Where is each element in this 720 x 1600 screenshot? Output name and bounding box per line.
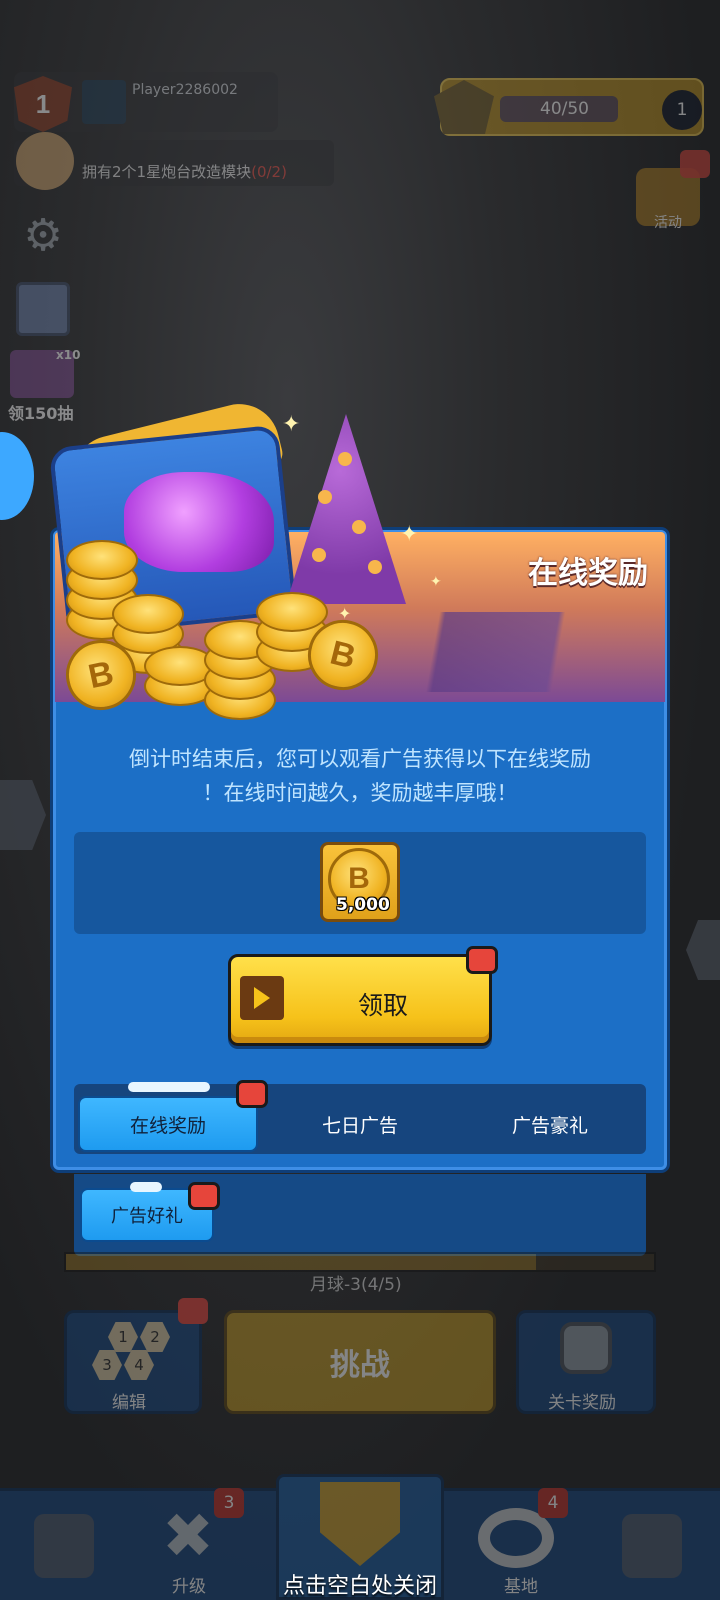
hat-dot-icon <box>318 490 332 504</box>
claim-button-label: 领取 <box>358 991 409 1020</box>
edit-label: 编辑 <box>112 1393 146 1413</box>
hat-dot-icon <box>338 452 352 466</box>
tab-online-reward[interactable]: 在线奖励 <box>78 1096 258 1152</box>
stage-progress-fill <box>66 1254 537 1270</box>
xp-level: 1 <box>662 90 702 130</box>
sparkle-icon: ✦ <box>400 522 419 547</box>
task-clipboard-icon[interactable] <box>16 282 70 336</box>
sub-tab-notch <box>130 1182 162 1192</box>
video-ad-play-icon <box>240 976 284 1020</box>
tab-notification-dot <box>236 1080 268 1108</box>
stage-progress-text: (4/5) <box>360 1275 402 1295</box>
stage-progress-bar <box>64 1252 656 1272</box>
tab-seven-day-ads[interactable]: 七日广告 <box>270 1096 450 1152</box>
edit-notification-dot <box>178 1298 208 1324</box>
sparkle-icon: ✦ <box>430 574 442 590</box>
quest-description: 拥有2个1星炮台改造模块 <box>82 163 252 181</box>
modal-title: 在线奖励 <box>528 556 648 591</box>
description-line-1: 倒计时结束后，您可以观看广告获得以下在线奖励 <box>129 747 591 771</box>
stage-reward-icon <box>560 1322 612 1374</box>
upgrade-badge: 3 <box>214 1488 244 1518</box>
event-label: 活动 <box>654 215 682 231</box>
tab-ad-gifts[interactable]: 广告豪礼 <box>460 1096 640 1152</box>
challenge-button[interactable]: 挑战 <box>224 1310 496 1414</box>
hat-dot-icon <box>368 560 382 574</box>
coin-stack-icon <box>112 594 184 634</box>
xp-value: 40/50 <box>540 99 589 119</box>
quest-progress: (0/2) <box>251 163 287 181</box>
coin-stack-icon <box>66 540 138 580</box>
player-avatar[interactable] <box>82 80 126 124</box>
hat-dot-icon <box>312 548 326 562</box>
quest-text: 拥有2个1星炮台改造模块(0/2) <box>82 161 287 182</box>
claim-notification-dot <box>466 946 498 974</box>
base-badge: 4 <box>538 1488 568 1518</box>
stage-name: 月球-3 <box>310 1275 361 1295</box>
tab-notch <box>128 1082 210 1092</box>
event-notification-dot <box>680 150 710 178</box>
settings-gear-icon[interactable]: ⚙ <box>16 208 70 262</box>
header-stripe <box>380 612 665 692</box>
close-hint[interactable]: 点击空白处关闭 <box>0 1568 720 1600</box>
sparkle-icon: ✦ <box>338 604 352 623</box>
player-name: Player2286002 <box>132 82 238 98</box>
reward-amount: 5,000 <box>336 895 390 915</box>
gacha-label: 领150抽 <box>8 404 74 423</box>
gems-icon <box>124 472 274 572</box>
hat-dot-icon <box>352 520 366 534</box>
sub-tab-notification-dot <box>188 1182 220 1210</box>
reward-description: 倒计时结束后，您可以观看广告获得以下在线奖励 ！在线时间越久，奖励越丰厚哦！ <box>66 742 654 810</box>
coin-stack-icon <box>256 592 328 632</box>
sparkle-icon: ✦ <box>282 412 301 437</box>
description-line-2: ！在线时间越久，奖励越丰厚哦！ <box>202 781 518 805</box>
quest-avatar <box>16 132 74 190</box>
stage-reward-label: 关卡奖励 <box>548 1393 616 1413</box>
stage-label: 月球-3(4/5) <box>310 1270 402 1295</box>
gacha-count: x10 <box>56 348 81 362</box>
